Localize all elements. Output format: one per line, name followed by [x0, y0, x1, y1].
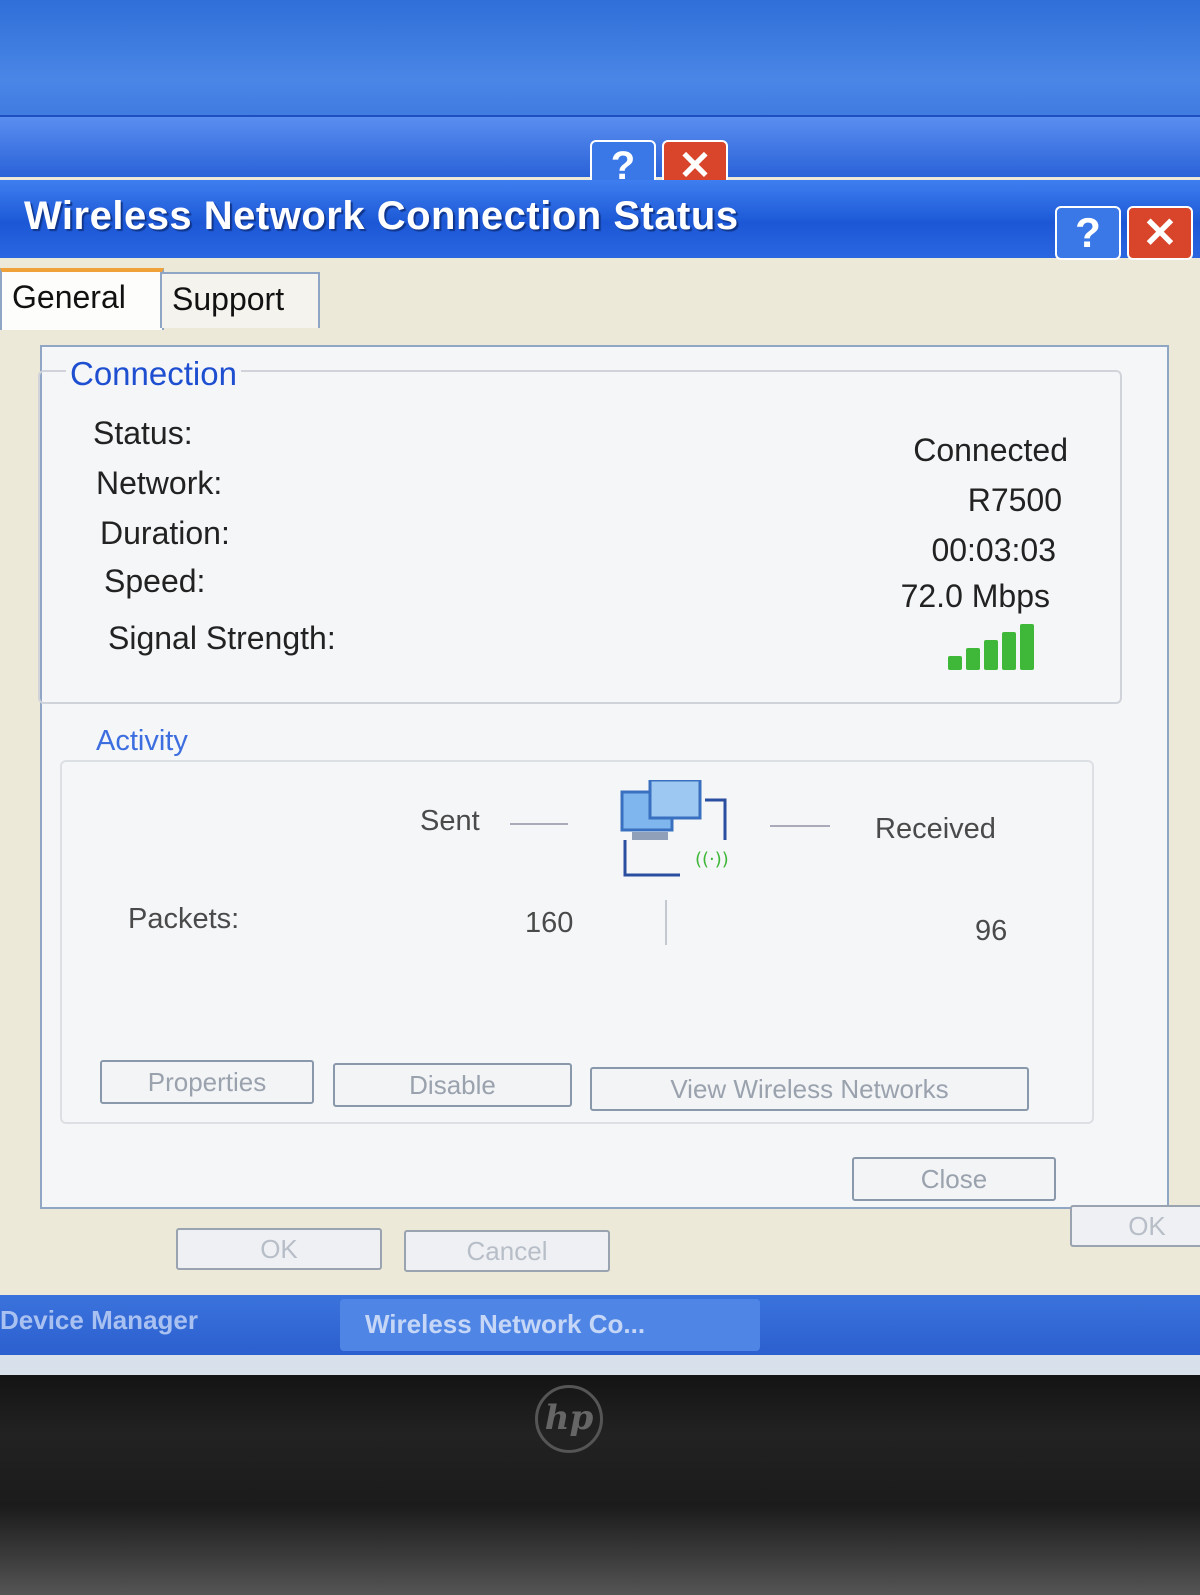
packets-received-value: 96 — [975, 915, 1008, 947]
network-activity-icon: ((·)) — [610, 778, 760, 890]
status-value: Connected — [913, 432, 1068, 468]
background-ok-button[interactable]: OK — [176, 1228, 382, 1270]
tab-support[interactable]: Support — [160, 272, 320, 328]
signal-strength-icon — [948, 620, 1048, 670]
status-dialog: Wireless Network Connection Status ? ✕ Ge… — [0, 180, 1200, 1220]
properties-button[interactable]: Properties — [100, 1060, 314, 1104]
dialog-title: Wireless Network Connection Status — [24, 194, 739, 238]
close-button[interactable]: Close — [852, 1157, 1056, 1201]
activity-group-label: Activity — [92, 725, 192, 758]
close-window-button[interactable]: ✕ — [1127, 206, 1193, 260]
received-label: Received — [875, 813, 996, 845]
taskbar-item-wireless[interactable]: Wireless Network Co... — [365, 1309, 645, 1340]
network-label: Network: — [96, 465, 223, 501]
screen: ?✕ de dec Wireless Network Connection St… — [0, 0, 1200, 1375]
tab-general[interactable]: General — [0, 268, 164, 330]
taskbar: Device Manager Wireless Network Co... — [0, 1295, 1200, 1355]
view-wireless-networks-button[interactable]: View Wireless Networks — [590, 1067, 1029, 1111]
help-button[interactable]: ? — [1055, 206, 1121, 260]
sent-line — [510, 823, 568, 825]
dialog-titlebar: Wireless Network Connection Status ? ✕ — [0, 180, 1200, 260]
signal-strength-label: Signal Strength: — [108, 620, 336, 656]
duration-label: Duration: — [100, 515, 230, 551]
connection-group-label: Connection — [66, 355, 241, 393]
speed-value: 72.0 Mbps — [900, 578, 1050, 614]
sent-label: Sent — [420, 805, 480, 837]
svg-text:((·)): ((·)) — [695, 849, 729, 870]
packets-label: Packets: — [128, 903, 240, 935]
disable-button[interactable]: Disable — [333, 1063, 572, 1107]
background-cancel-button[interactable]: Cancel — [404, 1230, 610, 1272]
network-value: R7500 — [967, 482, 1062, 518]
speed-label: Speed: — [104, 563, 206, 599]
title-controls: ? ✕ — [1055, 206, 1199, 260]
taskbar-item-device-manager[interactable]: Device Manager — [0, 1305, 198, 1336]
background-ok-button-right[interactable]: OK — [1070, 1205, 1200, 1247]
duration-value: 00:03:03 — [931, 532, 1056, 568]
packets-sent-value: 160 — [525, 907, 574, 939]
packets-divider — [665, 900, 667, 945]
status-label: Status: — [93, 415, 193, 451]
received-line — [770, 825, 830, 827]
hp-logo-icon: hp — [535, 1385, 603, 1453]
